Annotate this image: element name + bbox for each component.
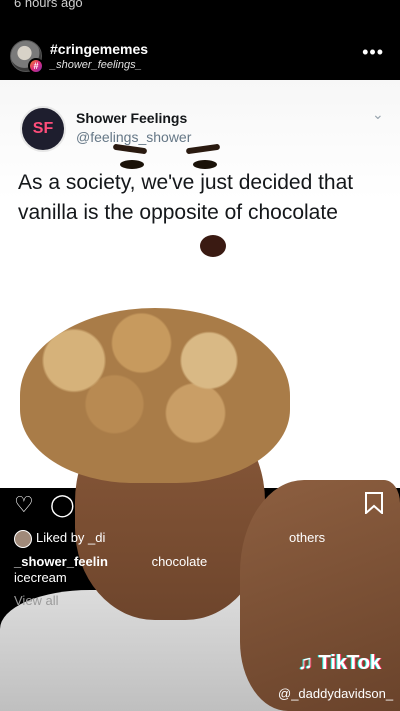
time-ago: 6 hours ago xyxy=(14,0,83,10)
hands xyxy=(240,480,400,711)
account-name[interactable]: #cringememes xyxy=(50,41,148,57)
tiktok-username: @_daddydavidson_ xyxy=(278,686,394,701)
mouth xyxy=(200,235,226,257)
tweet-text: As a society, we've just decided that va… xyxy=(18,171,354,224)
account-subtitle[interactable]: _shower_feelings_ xyxy=(50,59,142,71)
comment-icon[interactable]: ◯ xyxy=(50,492,75,518)
tiktok-logo-icon: ♫ TikTok xyxy=(298,652,382,674)
caption-end: icecream xyxy=(14,570,67,585)
liked-by-others: others xyxy=(289,530,326,545)
hair xyxy=(20,308,290,483)
caption: _shower_feelin chocolate icecream xyxy=(14,554,389,586)
tweet-handle: @feelings_shower xyxy=(76,129,192,145)
liked-by-text[interactable]: Liked by _di others xyxy=(36,530,396,545)
view-all-comments[interactable]: View all xyxy=(14,593,59,608)
tweet-display-name: Shower Feelings xyxy=(76,110,188,126)
caption-username[interactable]: _shower_feelin xyxy=(14,554,108,569)
caption-text: chocolate xyxy=(151,554,208,569)
tweet-avatar: SF xyxy=(20,106,66,152)
story-badge-icon: # xyxy=(28,58,44,74)
liked-by-prefix: Liked by _di xyxy=(36,530,106,545)
post-header: # #cringememes _shower_feelings_ ••• xyxy=(0,30,400,80)
more-options-icon[interactable]: ••• xyxy=(362,42,384,63)
eye-right xyxy=(193,160,217,169)
liked-by-avatar xyxy=(14,530,32,548)
like-heart-icon[interactable]: ♡ xyxy=(14,492,34,518)
eye-left xyxy=(120,160,144,169)
bookmark-icon[interactable] xyxy=(364,492,384,514)
tiktok-brand: TikTok xyxy=(318,652,382,674)
chevron-down-icon: ⌄ xyxy=(372,106,384,122)
